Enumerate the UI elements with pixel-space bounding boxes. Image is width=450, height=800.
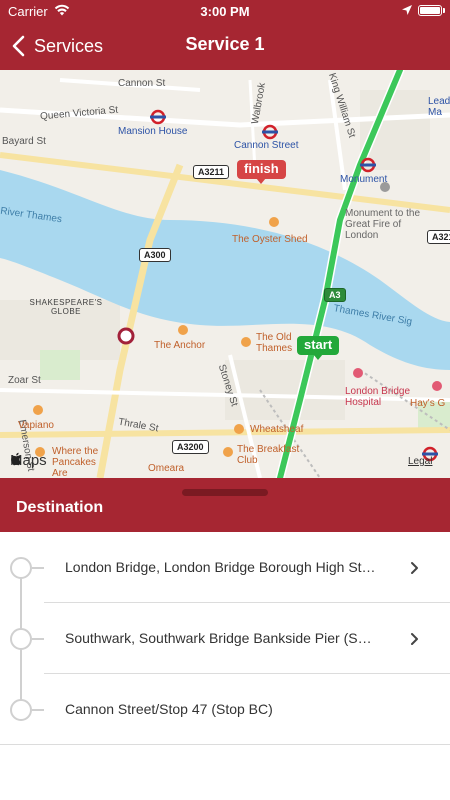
chevron-right-icon — [411, 562, 418, 574]
poi-label[interactable]: The Breakfast Club — [237, 444, 317, 466]
battery-tip — [443, 8, 445, 13]
destination-label: London Bridge, London Bridge Borough Hig… — [65, 559, 376, 575]
destination-list: London Bridge, London Bridge Borough Hig… — [0, 532, 450, 800]
sheet-drag-handle[interactable] — [182, 489, 268, 496]
nav-header: Carrier 3:00 PM Services Service 1 — [0, 0, 450, 70]
destination-item[interactable]: Southwark, Southwark Bridge Bankside Pie… — [0, 603, 450, 674]
battery-icon — [418, 5, 442, 16]
start-pin[interactable]: start — [297, 336, 340, 360]
road-shield: A300 — [139, 248, 171, 262]
status-bar: Carrier 3:00 PM — [0, 0, 450, 22]
route-map[interactable]: Cannon St Queen Victoria St Walbrook Kin… — [0, 70, 450, 478]
location-arrow-icon — [402, 5, 412, 15]
clock: 3:00 PM — [200, 4, 250, 19]
station-label[interactable]: Monument — [340, 174, 387, 185]
landmark-label[interactable]: London Bridge Hospital — [345, 386, 425, 408]
poi-label[interactable]: Vapiano — [18, 420, 54, 431]
destination-header: Destination — [0, 478, 450, 532]
destination-item[interactable]: London Bridge, London Bridge Borough Hig… — [0, 532, 450, 603]
road-shield: A3211 — [193, 165, 230, 179]
destination-item[interactable]: Cannon Street/Stop 47 (Stop BC) — [0, 674, 450, 745]
apple-maps-logo: Maps — [10, 452, 47, 469]
app-screen: Carrier 3:00 PM Services Service 1 Canno… — [0, 0, 450, 800]
timeline-node — [10, 699, 32, 721]
poi-label[interactable]: Wheatsheaf — [250, 424, 303, 435]
timeline-connector — [32, 567, 44, 569]
timeline-connector — [32, 709, 44, 711]
row-divider — [0, 744, 450, 745]
station-label[interactable]: Mansion House — [118, 126, 187, 137]
map-canvas — [0, 70, 450, 478]
poi-label[interactable]: Omeara — [148, 463, 184, 474]
destination-label: Southwark, Southwark Bridge Bankside Pie… — [65, 630, 372, 646]
landmark-label[interactable]: Monument to the Great Fire of London — [345, 208, 425, 241]
road-shield: A3 — [324, 288, 346, 302]
poi-label[interactable]: The Old Thames — [256, 332, 298, 354]
poi-label[interactable]: The Oyster Shed — [232, 234, 308, 245]
road-shield: A321 — [427, 230, 450, 244]
road-shield: A3200 — [172, 440, 209, 454]
legal-link[interactable]: Legal — [408, 456, 432, 467]
station-label[interactable]: Cannon Street — [234, 140, 299, 151]
poi-label[interactable]: Where the Pancakes Are — [52, 446, 112, 478]
poi-label[interactable]: The Anchor — [154, 340, 205, 351]
destination-label: Cannon Street/Stop 47 (Stop BC) — [65, 701, 273, 717]
chevron-right-icon — [411, 633, 418, 645]
destination-title: Destination — [16, 499, 104, 516]
timeline-connector — [32, 638, 44, 640]
timeline-node — [10, 628, 32, 650]
landmark-label[interactable]: Lead Ma — [428, 96, 450, 118]
page-title: Service 1 — [185, 34, 265, 54]
street-label: Zoar St — [8, 375, 41, 386]
street-label: Cannon St — [118, 78, 166, 89]
landmark-label[interactable]: SHAKESPEARE'S GLOBE — [26, 298, 106, 316]
timeline-node — [10, 557, 32, 579]
apple-icon — [11, 452, 21, 466]
finish-pin[interactable]: finish — [237, 160, 286, 184]
street-label: Bayard St — [2, 136, 46, 147]
